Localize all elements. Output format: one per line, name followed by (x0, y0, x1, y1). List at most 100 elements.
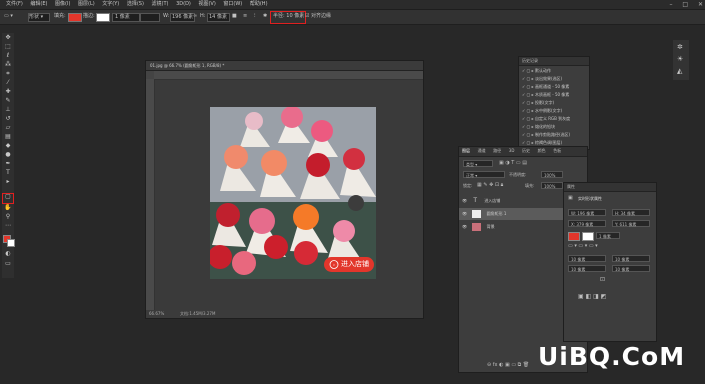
stroke-type-select[interactable] (140, 13, 160, 22)
menu-3d[interactable]: 3D(D) (176, 0, 191, 9)
layer-name: 背景 (486, 224, 495, 229)
menu-file[interactable]: 文件(F) (6, 0, 23, 9)
corner-tl-field[interactable]: 10 像素 (568, 255, 606, 262)
tab-swatches[interactable]: 色板 (553, 147, 561, 155)
zoom-level[interactable]: 66.67% (149, 310, 164, 318)
corner-tr-value: 10 像素 (615, 257, 630, 262)
tab-color[interactable]: 颜色 (538, 147, 546, 155)
tab-layers[interactable]: 图层 (462, 147, 470, 155)
type-tool-icon[interactable]: T (4, 170, 12, 176)
corner-tr-field[interactable]: 10 像素 (612, 255, 650, 262)
background-layer-thumbnail (472, 223, 482, 231)
corner-bl-field[interactable]: 10 像素 (568, 265, 606, 272)
stroke-align-icons[interactable]: ▭ ▾ ▭ ▾ ▭ ▾ (568, 243, 598, 249)
pen-tool-icon[interactable]: ✒ (4, 161, 12, 167)
path-align-icon[interactable]: ≡ (243, 13, 247, 20)
menu-image[interactable]: 图像(I) (55, 0, 70, 9)
tab-3d[interactable]: 3D (509, 147, 515, 155)
link-icon[interactable]: ∞ (193, 13, 197, 20)
mode-select[interactable]: 形状 ▾ (28, 13, 50, 22)
h-field[interactable]: 14 像素 (207, 13, 230, 22)
eraser-tool-icon[interactable]: ▱ (4, 125, 12, 131)
w-field[interactable]: 196 像素 (170, 13, 195, 22)
tab-history[interactable]: 历史 (522, 147, 530, 155)
opacity-value: 100% (544, 173, 556, 178)
path-ops-icons[interactable]: ▣ ◧ ◨ ◩ (578, 293, 606, 300)
filter-icons[interactable]: ▣ ◑ T ▭ ▤ (499, 160, 527, 166)
radius-field[interactable]: 半径: 10 像素 (273, 13, 304, 20)
history-brush-icon[interactable]: ↺ (4, 116, 12, 122)
visibility-eye-icon[interactable]: 👁︎ (462, 198, 467, 203)
dodge-tool-icon[interactable]: ● (4, 152, 12, 158)
lasso-tool-icon[interactable]: ℓ (4, 53, 12, 59)
prop-y-field[interactable]: Y: 611 像素 (612, 220, 650, 227)
fill-swatch[interactable] (68, 13, 82, 22)
prop-h-field[interactable]: H: 34 像素 (612, 209, 650, 216)
more-tools-icon[interactable]: ⋯ (4, 223, 12, 229)
document-tab[interactable]: 01.jpg @ 66.7% (圆角矩形 1, RGB/8) * (146, 61, 423, 71)
path-arrange-icon[interactable]: ⁝ (254, 13, 256, 20)
stroke-swatch[interactable] (96, 13, 110, 22)
clone-stamp-icon[interactable]: ⊥ (4, 107, 12, 113)
path-ops-icon[interactable]: ■ (232, 13, 237, 20)
opacity-field[interactable]: 100% (541, 171, 563, 178)
corner-br-field[interactable]: 10 像素 (612, 265, 650, 272)
menu-edit[interactable]: 编辑(E) (30, 0, 47, 9)
actions-panel-tab[interactable]: 历史记录 (522, 57, 538, 65)
zoom-tool-icon[interactable]: ⚲ (4, 214, 12, 220)
menu-layer[interactable]: 图层(L) (78, 0, 95, 9)
brush-tool-icon[interactable]: ✎ (4, 98, 12, 104)
gradient-tool-icon[interactable]: ▤ (4, 134, 12, 140)
tab-paths[interactable]: 路径 (493, 147, 501, 155)
w-value: 196 像素 (172, 14, 194, 20)
prop-fill-swatch[interactable] (568, 232, 580, 241)
lock-icons[interactable]: ▦ ✎ ✥ ⊡ 🔒︎ (477, 182, 503, 188)
layer-kind-filter[interactable]: 类型 ▾ (463, 160, 493, 167)
navigator-panel-icon[interactable]: ◭ (677, 67, 682, 75)
screen-mode-icon[interactable]: ▭ (4, 261, 12, 267)
blend-mode-select[interactable]: 正常 ▾ (463, 171, 505, 178)
menu-window[interactable]: 窗口(W) (223, 0, 242, 9)
link-corners-icon[interactable]: ⊡ (600, 276, 605, 283)
horizontal-ruler[interactable] (154, 71, 423, 80)
align-edges-checkbox[interactable]: ☑ (305, 13, 309, 20)
marquee-tool-icon[interactable]: ⬚ (4, 44, 12, 50)
prop-stroke-swatch[interactable] (582, 232, 594, 241)
menu-select[interactable]: 选择(S) (127, 0, 144, 9)
tab-channels[interactable]: 通道 (478, 147, 486, 155)
crop-tool-icon[interactable]: ⌗ (4, 71, 12, 77)
action-label: 淡出效果(选区) (534, 76, 563, 81)
quick-mask-icon[interactable]: ◐ (4, 251, 12, 257)
tool-preset-icon[interactable]: ▭ ▾ (4, 13, 13, 20)
visibility-eye-icon[interactable]: 👁︎ (462, 211, 467, 216)
close-icon[interactable]: ✕ (698, 1, 703, 8)
adjustments-panel-icon[interactable]: ☀ (677, 55, 683, 63)
layer-fill-field[interactable]: 100% (541, 182, 563, 189)
healing-brush-icon[interactable]: ✚ (4, 89, 12, 95)
menu-filter[interactable]: 滤镜(T) (152, 0, 169, 9)
gear-icon[interactable]: ✱ (263, 13, 267, 20)
visibility-eye-icon[interactable]: 👁︎ (462, 224, 467, 229)
menu-type[interactable]: 文字(Y) (102, 0, 119, 9)
layer-footer-icons[interactable]: ⊖ fx ◐ ▣ ▭ ⧉ 🗑︎ (487, 362, 529, 368)
quick-select-icon[interactable]: ⁂ (4, 62, 12, 68)
background-color-swatch[interactable] (7, 239, 15, 247)
corner-br-value: 10 像素 (615, 267, 630, 272)
prop-stroke-width-field[interactable]: 1 像素 (596, 232, 620, 239)
eyedropper-icon[interactable]: ⁄ (4, 80, 12, 86)
hand-tool-icon[interactable]: ✋ (4, 205, 12, 211)
stroke-width-field[interactable]: 1 像素 (112, 13, 140, 22)
prop-w-field[interactable]: W: 196 像素 (568, 209, 606, 216)
menu-view[interactable]: 视图(V) (198, 0, 215, 9)
path-select-icon[interactable]: ▸ (4, 179, 12, 185)
menu-help[interactable]: 帮助(H) (250, 0, 268, 9)
vertical-ruler[interactable] (146, 79, 155, 310)
rounded-rect-tool-icon[interactable]: ▢ (2, 193, 14, 204)
maximize-icon[interactable]: □ (682, 1, 688, 8)
minimize-icon[interactable]: – (669, 1, 672, 8)
move-tool-icon[interactable]: ✥ (4, 35, 12, 41)
color-panel-icon[interactable]: ✲ (677, 43, 683, 51)
blur-tool-icon[interactable]: ◆ (4, 143, 12, 149)
canvas-area[interactable]: › 进入店铺 (155, 80, 423, 310)
prop-x-field[interactable]: X: 379 像素 (568, 220, 606, 227)
